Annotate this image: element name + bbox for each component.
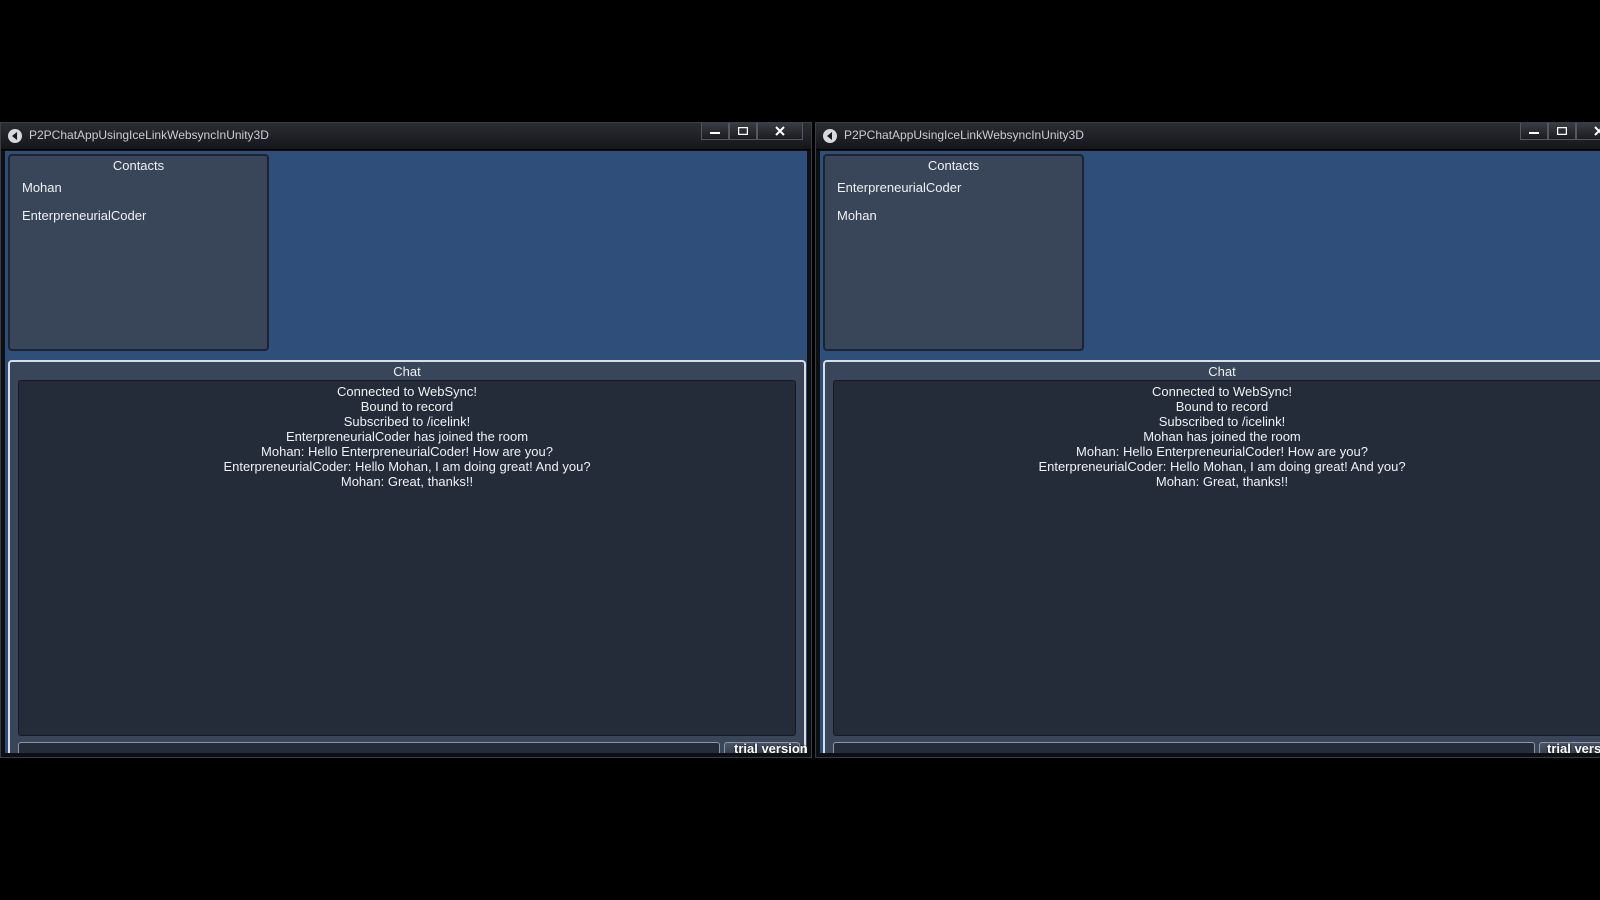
contacts-title: Contacts [112, 158, 165, 173]
maximize-icon [1557, 127, 1567, 135]
message-input[interactable] [18, 742, 720, 753]
minimize-icon [710, 132, 720, 134]
maximize-button[interactable] [1548, 123, 1576, 140]
chat-panel: Chat Connected to WebSync! Bound to reco… [823, 360, 1600, 753]
window-controls [701, 123, 803, 141]
chat-message: Bound to record [1175, 399, 1269, 414]
client-area: Contacts EnterpreneurialCoder Mohan Chat… [820, 151, 1600, 753]
maximize-button[interactable] [729, 123, 757, 140]
chat-message: Bound to record [360, 399, 454, 414]
title-bar[interactable]: P2PChatAppUsingIceLinkWebsyncInUnity3D [1, 123, 811, 150]
maximize-icon [738, 127, 748, 135]
client-area: Contacts Mohan EnterpreneurialCoder Chat… [5, 151, 807, 753]
title-bar[interactable]: P2PChatAppUsingIceLinkWebsyncInUnity3D [816, 123, 1600, 150]
close-button[interactable] [757, 123, 803, 140]
chat-message: Mohan: Great, thanks!! [340, 474, 474, 489]
chat-message: EnterpreneurialCoder: Hello Mohan, I am … [223, 459, 591, 474]
unity-app-icon [8, 129, 22, 143]
chat-log[interactable]: Connected to WebSync! Bound to record Su… [833, 380, 1600, 736]
close-icon [1594, 126, 1600, 136]
close-button[interactable] [1576, 123, 1600, 140]
chat-message: Mohan: Hello EnterpreneurialCoder! How a… [1076, 444, 1368, 459]
window-title: P2PChatAppUsingIceLinkWebsyncInUnity3D [29, 128, 269, 142]
desktop: P2PChatAppUsingIceLinkWebsyncInUnity3D C… [0, 0, 1600, 900]
chat-message: Mohan: Great, thanks!! [1155, 474, 1289, 489]
trial-version-watermark: trial vers [1547, 741, 1600, 753]
contact-item-mohan[interactable]: Mohan [22, 180, 62, 195]
chat-app-window-left: P2PChatAppUsingIceLinkWebsyncInUnity3D C… [0, 122, 812, 758]
chat-message: Connected to WebSync! [1152, 384, 1292, 399]
chat-title: Chat [1208, 364, 1236, 379]
chat-message: Connected to WebSync! [337, 384, 477, 399]
chat-log[interactable]: Connected to WebSync! Bound to record Su… [18, 380, 796, 736]
contact-item-enterpreneurialcoder[interactable]: EnterpreneurialCoder [837, 180, 961, 195]
chat-message: Mohan: Hello EnterpreneurialCoder! How a… [261, 444, 553, 459]
unity-app-icon [823, 129, 837, 143]
trial-version-watermark: trial version [734, 741, 807, 753]
chat-app-window-right: P2PChatAppUsingIceLinkWebsyncInUnity3D C… [815, 122, 1600, 758]
minimize-button[interactable] [701, 123, 729, 140]
chat-message: Subscribed to /icelink! [1158, 414, 1286, 429]
close-icon [775, 126, 785, 136]
contact-item-mohan[interactable]: Mohan [837, 208, 877, 223]
chat-message: Subscribed to /icelink! [343, 414, 471, 429]
minimize-icon [1529, 132, 1539, 134]
minimize-button[interactable] [1520, 123, 1548, 140]
chat-message: EnterpreneurialCoder has joined the room [285, 429, 529, 444]
contacts-title: Contacts [927, 158, 980, 173]
window-title: P2PChatAppUsingIceLinkWebsyncInUnity3D [844, 128, 1084, 142]
chat-message: EnterpreneurialCoder: Hello Mohan, I am … [1038, 459, 1406, 474]
chat-title: Chat [393, 364, 421, 379]
chat-panel: Chat Connected to WebSync! Bound to reco… [8, 360, 807, 753]
contacts-panel: Contacts EnterpreneurialCoder Mohan [823, 154, 1084, 351]
window-controls [1520, 123, 1600, 141]
chat-message: Mohan has joined the room [1143, 429, 1301, 444]
contacts-panel: Contacts Mohan EnterpreneurialCoder [8, 154, 269, 351]
message-input[interactable] [833, 742, 1535, 753]
contact-item-enterpreneurialcoder[interactable]: EnterpreneurialCoder [22, 208, 146, 223]
